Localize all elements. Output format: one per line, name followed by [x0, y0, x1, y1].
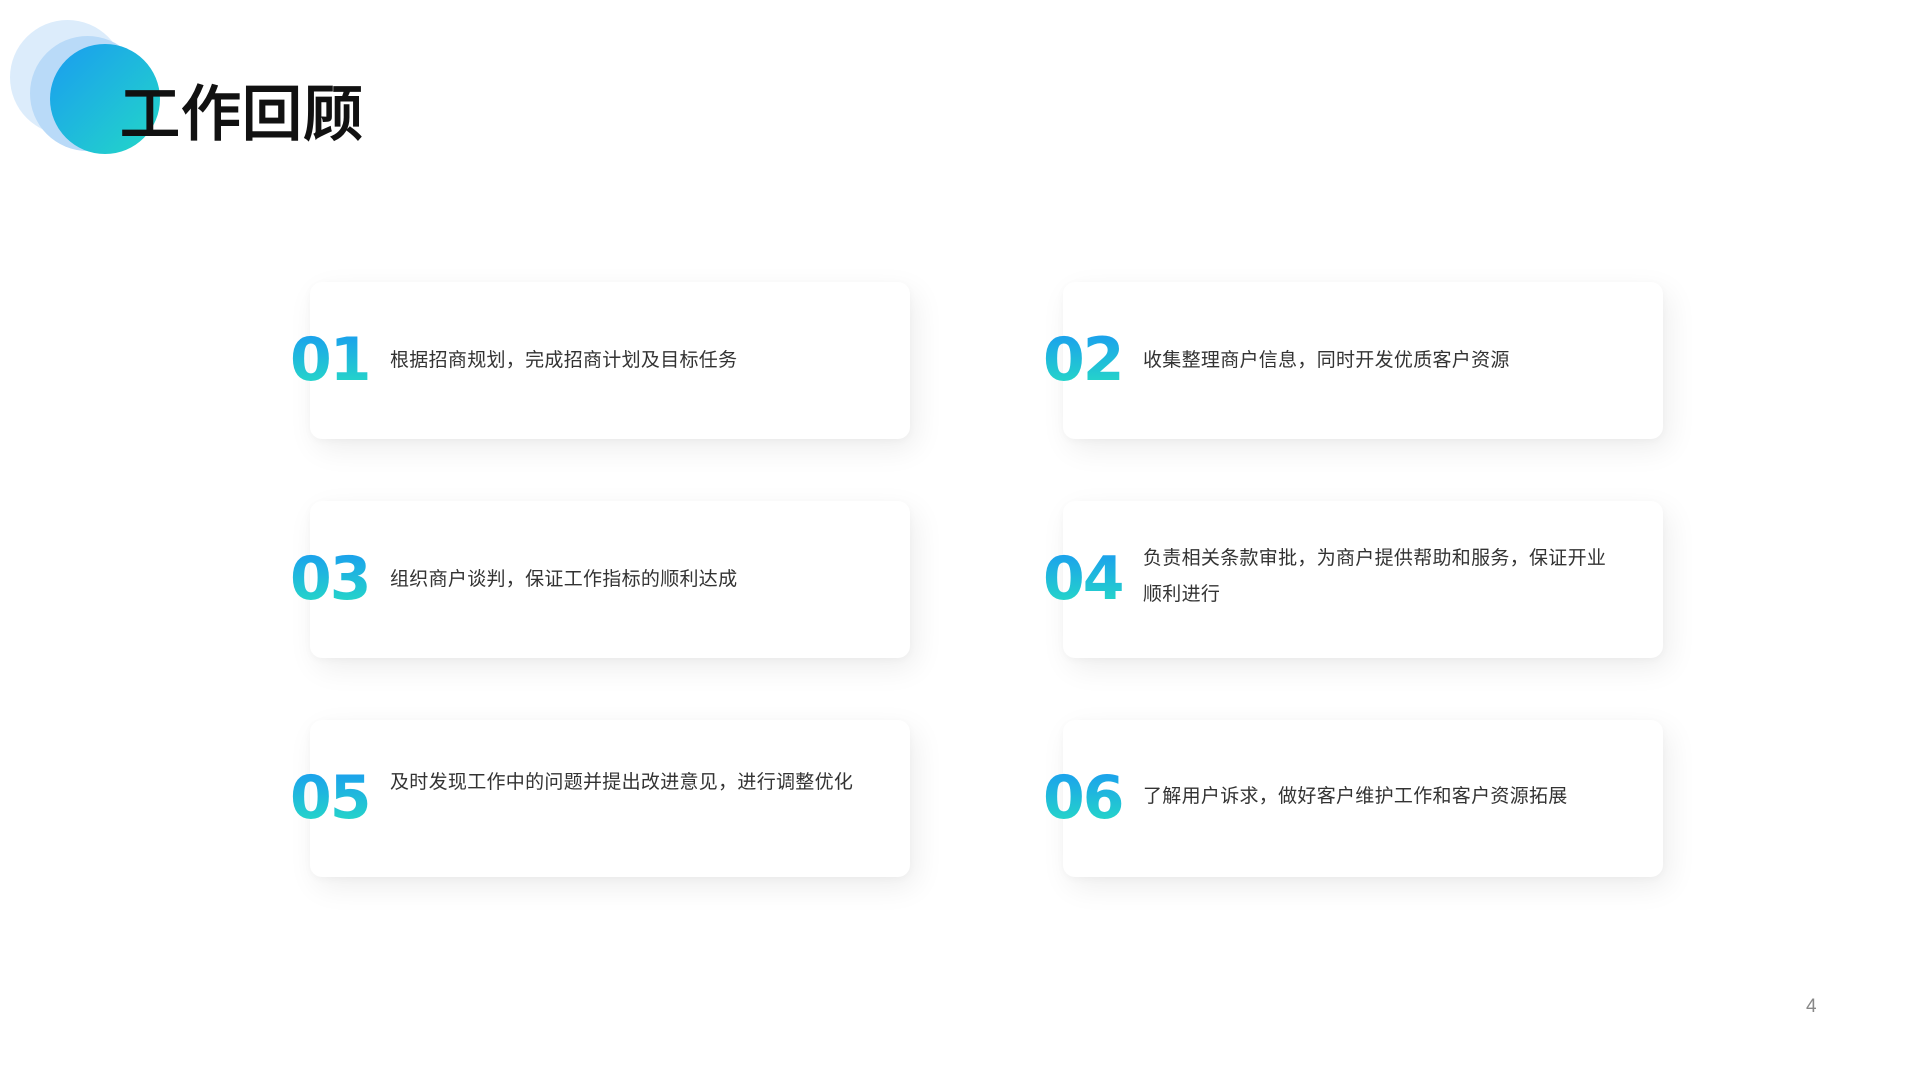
card-text-02: 收集整理商户信息，同时开发优质客户资源	[1143, 349, 1510, 371]
card-text-03: 组织商户谈判，保证工作指标的顺利达成	[390, 568, 738, 590]
card-number-04: 04	[1043, 544, 1124, 614]
slide: 工作回顾 01 根据招商规划，完成招商计划及目标任务 02 收集整理商户信息，同…	[0, 0, 1920, 1080]
card-number-03: 03	[290, 544, 371, 614]
card-number-06: 06	[1043, 763, 1124, 833]
card-text-05: 及时发现工作中的问题并提出改进意见，进行调整优化	[390, 771, 854, 793]
card-text-01: 根据招商规划，完成招商计划及目标任务	[390, 349, 738, 371]
page-number: 4	[1806, 996, 1817, 1017]
card-number-02: 02	[1043, 325, 1124, 395]
card-text-04: 负责相关条款审批，为商户提供帮助和服务，保证开业顺利进行	[1143, 547, 1607, 605]
card-text-06: 了解用户诉求，做好客户维护工作和客户资源拓展	[1143, 785, 1568, 807]
page-title: 工作回顾	[120, 80, 364, 150]
card-number-01: 01	[290, 325, 371, 395]
card-number-05: 05	[290, 763, 371, 833]
